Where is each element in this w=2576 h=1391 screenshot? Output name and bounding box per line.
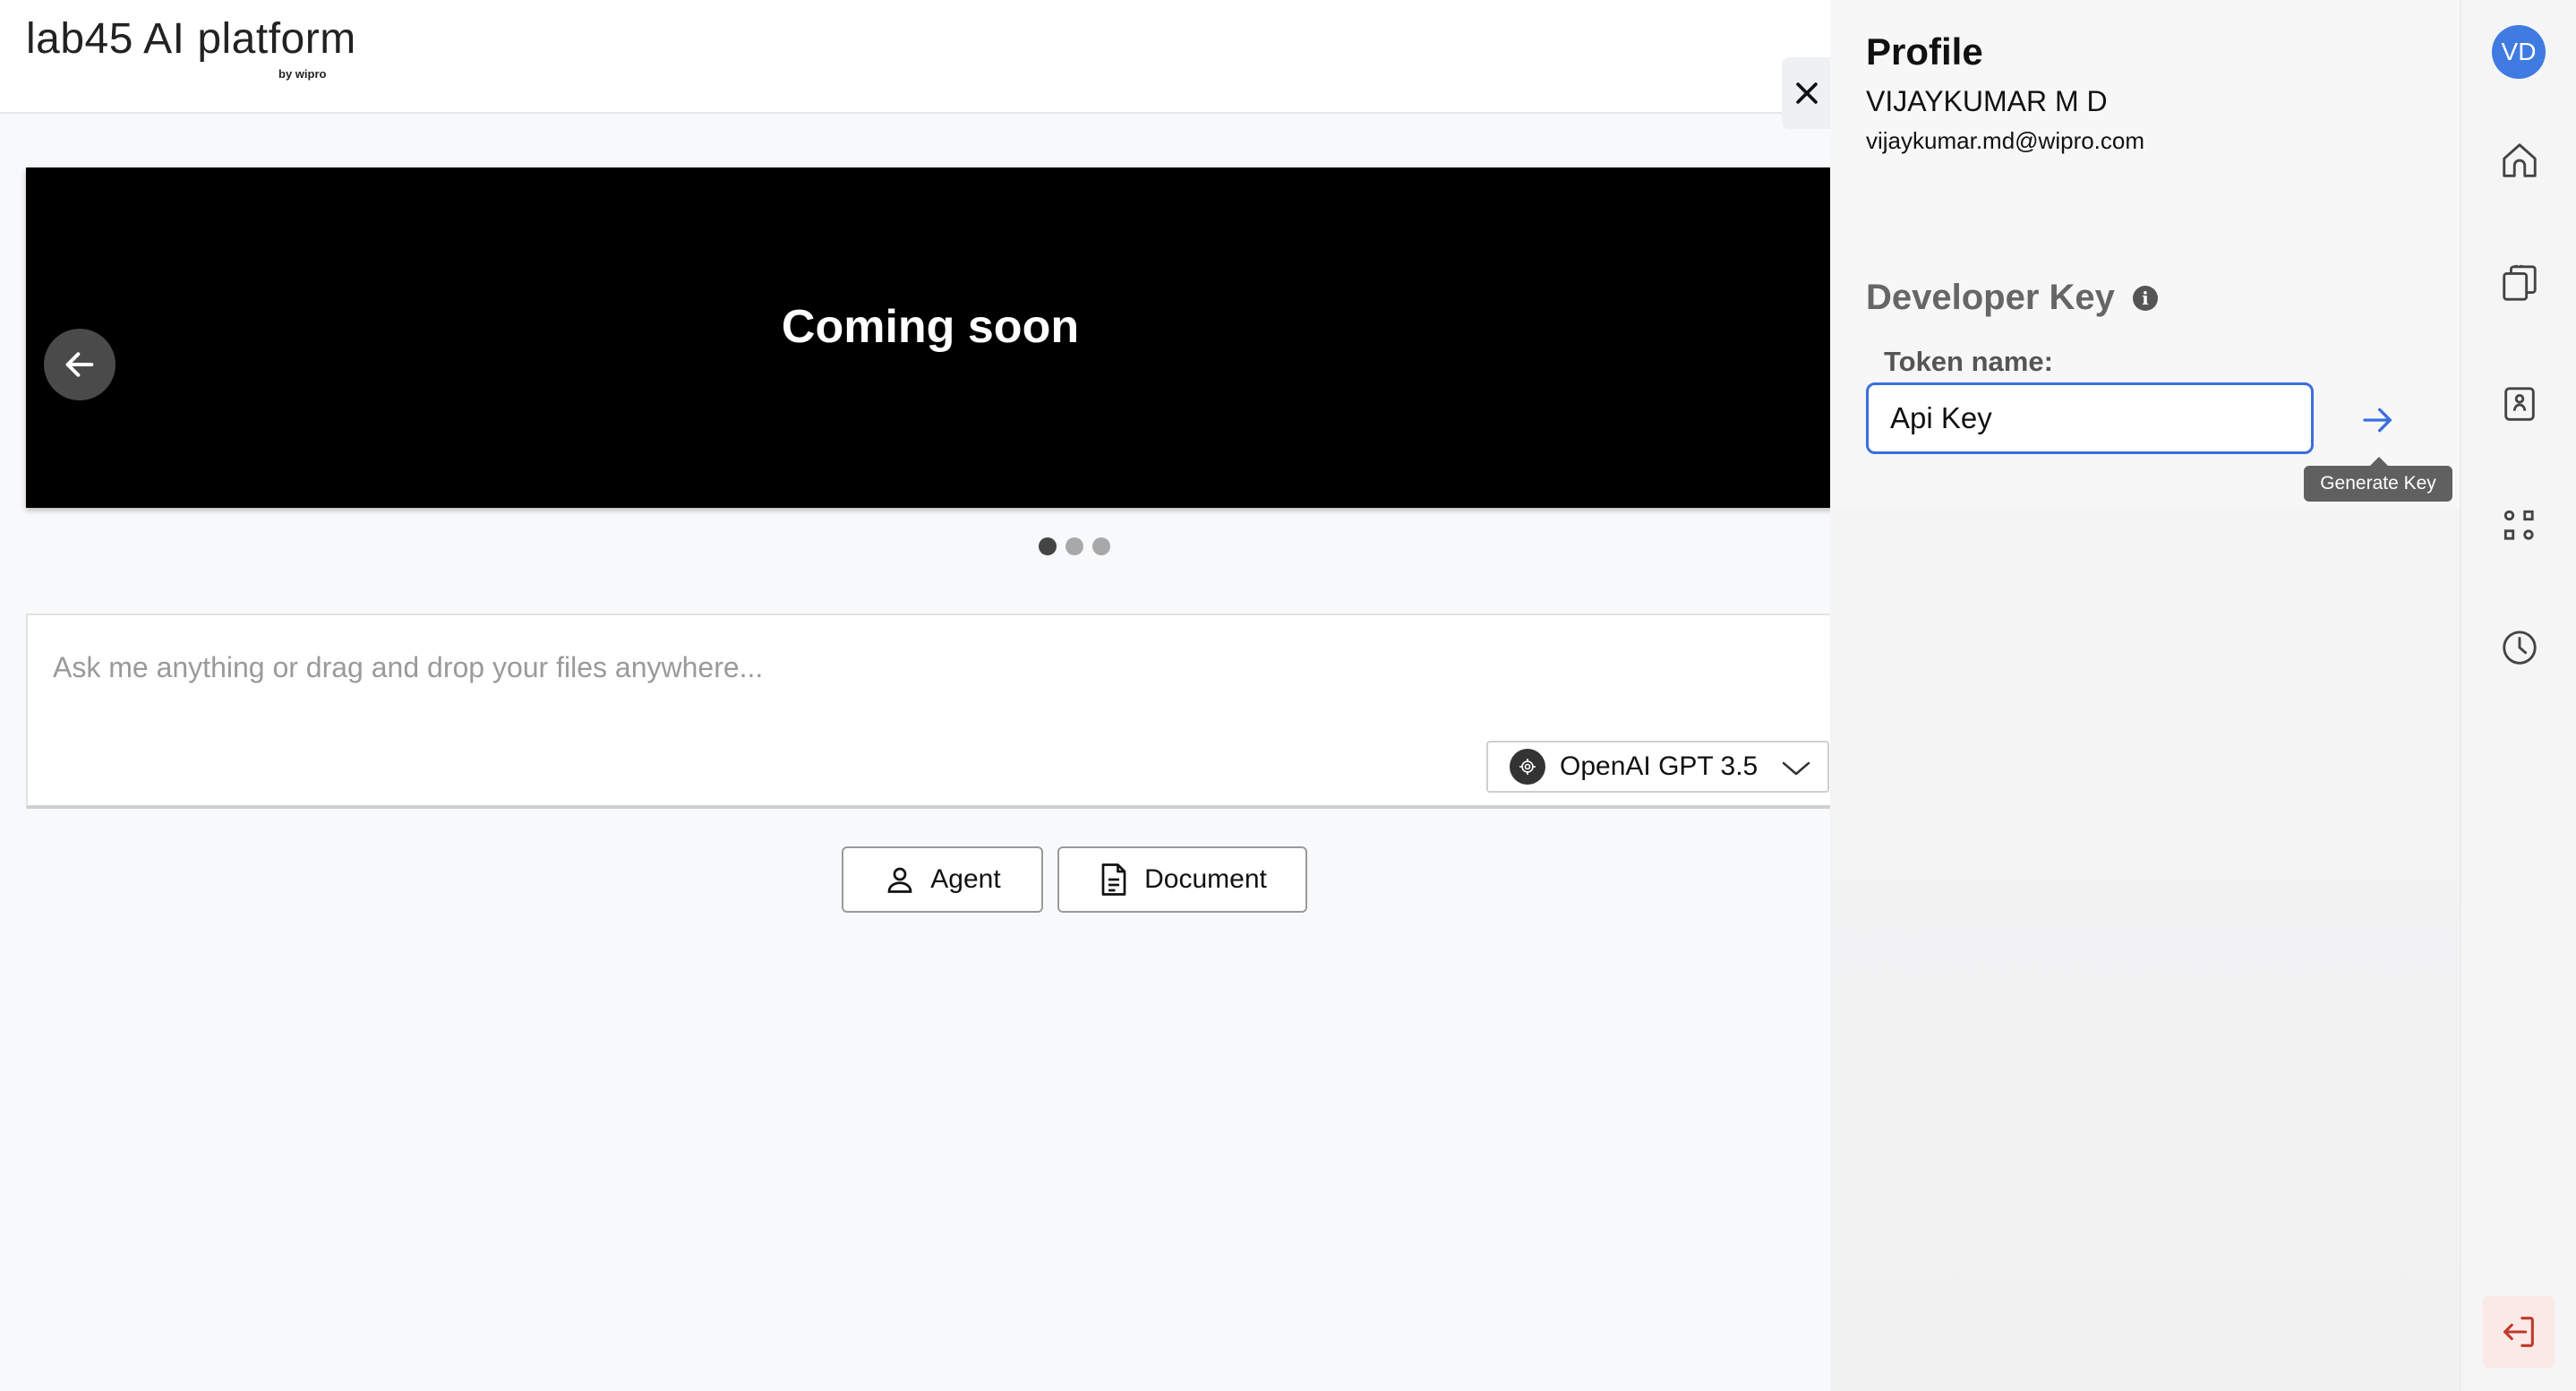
user-icon — [887, 867, 912, 893]
logout-icon — [2503, 1317, 2534, 1347]
logout-button[interactable] — [2483, 1296, 2555, 1368]
right-nav-rail: VD — [2460, 0, 2576, 1391]
nav-home-button[interactable] — [2495, 136, 2544, 185]
app-logo-subtitle: by wipro — [278, 67, 327, 81]
nav-agents-button[interactable] — [2495, 380, 2544, 428]
profile-panel: Profile VIJAYKUMAR M D vijaykumar.md@wip… — [1830, 0, 2460, 1391]
token-name-input[interactable] — [1866, 382, 2314, 454]
carousel-dot-3[interactable] — [1092, 537, 1110, 555]
carousel-prev-button[interactable] — [44, 329, 116, 400]
profile-name: VIJAYKUMAR M D — [1866, 85, 2108, 117]
arrow-right-icon — [2363, 408, 2392, 433]
document-button-label: Document — [1144, 864, 1267, 894]
profile-heading: Profile — [1866, 30, 1983, 73]
carousel-dot-1[interactable] — [1039, 537, 1057, 555]
agent-button[interactable]: Agent — [842, 846, 1043, 913]
prompt-input[interactable] — [53, 651, 1665, 684]
profile-email: vijaykumar.md@wipro.com — [1866, 127, 2145, 154]
model-select[interactable]: OpenAI GPT 3.5 — [1486, 741, 1829, 793]
nav-apps-button[interactable] — [2495, 502, 2544, 550]
nav-documents-button[interactable] — [2495, 258, 2544, 306]
home-icon — [2503, 143, 2537, 177]
developer-key-heading-text: Developer Key — [1866, 278, 2115, 317]
document-button[interactable]: Document — [1057, 846, 1307, 913]
arrow-left-icon — [65, 352, 94, 377]
model-select-label: OpenAI GPT 3.5 — [1560, 751, 1759, 781]
apps-icon — [2503, 510, 2534, 540]
prompt-box: OpenAI GPT 3.5 — [26, 614, 1835, 809]
nav-history-button[interactable] — [2495, 623, 2544, 672]
token-name-label: Token name: — [1884, 346, 2053, 377]
app-logo-title[interactable]: lab45 AI platform — [26, 14, 356, 64]
carousel-pagination — [1039, 537, 1110, 555]
close-icon — [1796, 82, 1818, 104]
openai-icon — [1510, 749, 1545, 785]
documents-icon — [2503, 264, 2537, 301]
history-icon — [2503, 631, 2537, 665]
app-page: lab45 AI platform by wipro Coming soon A… — [0, 0, 2576, 1391]
chevron-down-icon — [1782, 761, 1810, 776]
carousel-slide-title: Coming soon — [781, 301, 1080, 353]
generate-key-button[interactable] — [2357, 399, 2400, 442]
agent-card-icon — [2504, 387, 2535, 421]
banner-carousel: Coming soon — [26, 167, 1835, 508]
user-avatar[interactable]: VD — [2492, 25, 2546, 79]
document-icon — [1101, 863, 1126, 896]
carousel-dot-2[interactable] — [1065, 537, 1083, 555]
close-panel-button[interactable] — [1782, 57, 1832, 129]
info-icon[interactable]: i — [2132, 285, 2158, 311]
developer-key-heading: Developer Key i — [1866, 278, 2158, 318]
agent-button-label: Agent — [930, 864, 1001, 894]
generate-key-tooltip: Generate Key — [2304, 457, 2452, 502]
